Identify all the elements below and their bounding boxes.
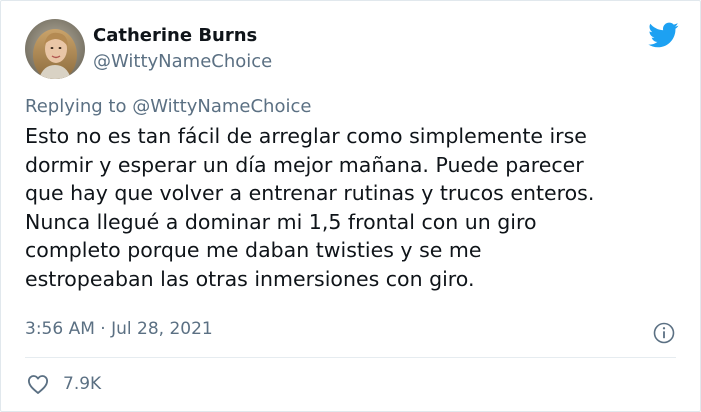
tweet-text-line: estropeaban las otras inmersiones con gi… [25, 266, 475, 291]
heart-icon[interactable] [25, 371, 51, 397]
tweet-timestamp[interactable]: 3:56 AM · Jul 28, 2021 [25, 319, 213, 339]
like-count: 7.9K [63, 374, 102, 394]
tweet-text-line: completo porque me daban twisties y se m… [25, 238, 482, 262]
replying-to: Replying to @WittyNameChoice [25, 96, 311, 117]
tweet-text-line: Esto no es tan fácil de arreglar como si… [25, 124, 587, 148]
divider [25, 357, 676, 358]
replying-to-prefix: Replying to [25, 96, 133, 117]
tweet-text-line: que hay que volver a entrenar rutinas y … [25, 181, 595, 205]
tweet-text-line: Nunca llegué a dominar mi 1,5 frontal co… [25, 209, 537, 234]
tweet-text: Esto no es tan fácil de arreglar como si… [25, 122, 675, 293]
like-button[interactable]: 7.9K [25, 371, 101, 397]
tweet-card: Catherine Burns @WittyNameChoice Replyin… [0, 0, 701, 412]
tweet-text-line: dormir y esperar un día mejor mañana. Pu… [25, 152, 584, 177]
reply-mention-link[interactable]: @WittyNameChoice [132, 96, 311, 117]
author-handle[interactable]: @WittyNameChoice [93, 51, 272, 72]
twitter-bird-icon[interactable] [647, 21, 679, 49]
avatar[interactable] [25, 19, 85, 79]
author-name[interactable]: Catherine Burns [93, 25, 257, 46]
avatar-image [25, 19, 85, 79]
info-icon[interactable] [652, 321, 676, 345]
